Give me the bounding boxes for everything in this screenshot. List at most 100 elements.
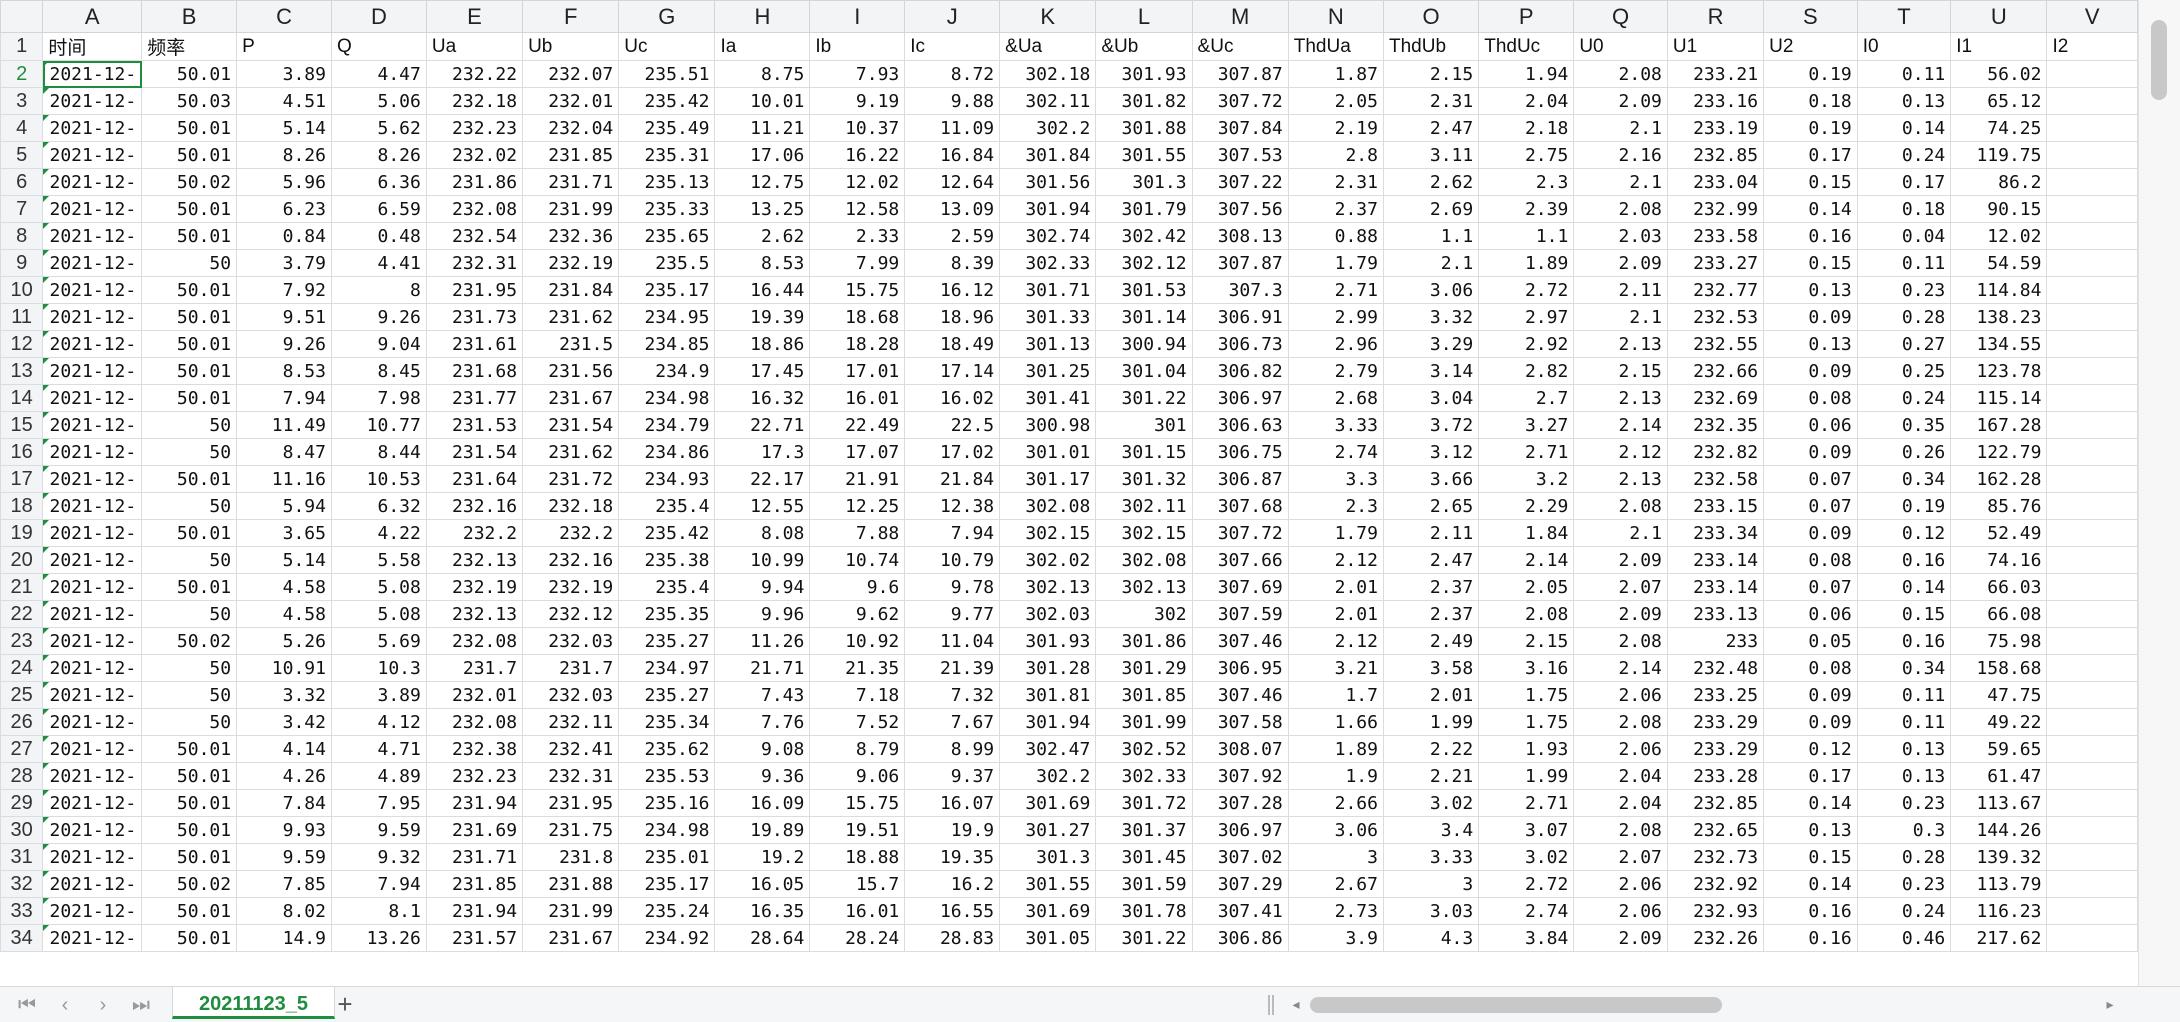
cell-V31[interactable] — [2046, 843, 2138, 871]
cell-I22[interactable]: 9.62 — [809, 600, 906, 628]
cell-I15[interactable]: 22.49 — [809, 411, 906, 439]
cell-H25[interactable]: 7.43 — [714, 681, 811, 709]
cell-P2[interactable]: 1.94 — [1478, 60, 1575, 88]
column-header-J[interactable]: J — [904, 0, 1001, 33]
cell-K30[interactable]: 301.27 — [999, 816, 1097, 844]
cell-S15[interactable]: 0.06 — [1763, 411, 1858, 439]
cell-Q30[interactable]: 2.08 — [1573, 816, 1668, 844]
cell-A28[interactable]: 2021-12- — [42, 762, 143, 790]
cell-A24[interactable]: 2021-12- — [42, 654, 143, 682]
cell-J4[interactable]: 11.09 — [904, 114, 1001, 142]
cell-E34[interactable]: 231.57 — [425, 924, 524, 952]
cell-I19[interactable]: 7.88 — [809, 519, 906, 547]
cell-A8[interactable]: 2021-12- — [42, 222, 143, 250]
cell-M18[interactable]: 307.68 — [1191, 492, 1289, 520]
cell-T23[interactable]: 0.16 — [1856, 627, 1952, 655]
cell-I11[interactable]: 18.68 — [809, 303, 906, 331]
cell-H21[interactable]: 9.94 — [714, 573, 811, 601]
prev-sheet-icon[interactable]: ‹ — [50, 991, 80, 1019]
cell-M15[interactable]: 306.63 — [1191, 411, 1289, 439]
cell-U23[interactable]: 75.98 — [1950, 627, 2048, 655]
cell-O6[interactable]: 2.62 — [1382, 168, 1480, 196]
cell-M31[interactable]: 307.02 — [1191, 843, 1289, 871]
cell-A14[interactable]: 2021-12- — [42, 384, 143, 412]
cell-F19[interactable]: 232.2 — [522, 519, 620, 547]
cell-U21[interactable]: 66.03 — [1950, 573, 2048, 601]
cell-D27[interactable]: 4.71 — [330, 735, 427, 763]
cell-F21[interactable]: 232.19 — [522, 573, 620, 601]
cell-P28[interactable]: 1.99 — [1478, 762, 1575, 790]
cell-N27[interactable]: 1.89 — [1287, 735, 1384, 763]
column-header-R[interactable]: R — [1666, 0, 1765, 33]
cell-U10[interactable]: 114.84 — [1950, 276, 2048, 304]
cell-M9[interactable]: 307.87 — [1191, 249, 1289, 277]
cell-U24[interactable]: 158.68 — [1950, 654, 2048, 682]
column-header-U[interactable]: U — [1950, 0, 2048, 33]
cell-N26[interactable]: 1.66 — [1287, 708, 1384, 736]
cell-N10[interactable]: 2.71 — [1287, 276, 1384, 304]
cell-S22[interactable]: 0.06 — [1763, 600, 1858, 628]
cell-D6[interactable]: 6.36 — [330, 168, 427, 196]
cell-Q7[interactable]: 2.08 — [1573, 195, 1668, 223]
cell-A26[interactable]: 2021-12- — [42, 708, 143, 736]
cell-I23[interactable]: 10.92 — [809, 627, 906, 655]
cell-P31[interactable]: 3.02 — [1478, 843, 1575, 871]
cell-V34[interactable] — [2046, 924, 2138, 952]
cell-F25[interactable]: 232.03 — [522, 681, 620, 709]
cell-P19[interactable]: 1.84 — [1478, 519, 1575, 547]
cell-A27[interactable]: 2021-12- — [42, 735, 143, 763]
cell-D9[interactable]: 4.41 — [330, 249, 427, 277]
cell-P33[interactable]: 2.74 — [1478, 897, 1575, 925]
cell-P32[interactable]: 2.72 — [1478, 870, 1575, 898]
cell-T5[interactable]: 0.24 — [1856, 141, 1952, 169]
cell-C25[interactable]: 3.32 — [236, 681, 332, 709]
cell-U31[interactable]: 139.32 — [1950, 843, 2048, 871]
cell-K5[interactable]: 301.84 — [999, 141, 1097, 169]
cell-M32[interactable]: 307.29 — [1191, 870, 1289, 898]
select-all-corner[interactable] — [0, 0, 44, 33]
cell-H8[interactable]: 2.62 — [714, 222, 811, 250]
cell-N8[interactable]: 0.88 — [1287, 222, 1384, 250]
cell-F20[interactable]: 232.16 — [522, 546, 620, 574]
cell-Q2[interactable]: 2.08 — [1573, 60, 1668, 88]
cell-T14[interactable]: 0.24 — [1856, 384, 1952, 412]
cell-N3[interactable]: 2.05 — [1287, 87, 1384, 115]
cell-C2[interactable]: 3.89 — [236, 60, 332, 88]
cell-H24[interactable]: 21.71 — [714, 654, 811, 682]
cell-L7[interactable]: 301.79 — [1095, 195, 1193, 223]
cell-J26[interactable]: 7.67 — [904, 708, 1001, 736]
column-header-G[interactable]: G — [618, 0, 716, 33]
cell-T27[interactable]: 0.13 — [1856, 735, 1952, 763]
cell-N21[interactable]: 2.01 — [1287, 573, 1384, 601]
cell-Q9[interactable]: 2.09 — [1573, 249, 1668, 277]
cell-Q14[interactable]: 2.13 — [1573, 384, 1668, 412]
cell-T32[interactable]: 0.23 — [1856, 870, 1952, 898]
cell-B9[interactable]: 50 — [141, 249, 238, 277]
cell-V21[interactable] — [2046, 573, 2138, 601]
cell-T13[interactable]: 0.25 — [1856, 357, 1952, 385]
vertical-scroll-thumb[interactable] — [2151, 20, 2167, 100]
cell-B20[interactable]: 50 — [141, 546, 238, 574]
cell-V22[interactable] — [2046, 600, 2138, 628]
cell-F17[interactable]: 231.72 — [522, 465, 620, 493]
cell-J11[interactable]: 18.96 — [904, 303, 1001, 331]
cell-S1[interactable]: U2 — [1763, 32, 1858, 61]
cell-P8[interactable]: 1.1 — [1478, 222, 1575, 250]
cell-H10[interactable]: 16.44 — [714, 276, 811, 304]
cell-C12[interactable]: 9.26 — [236, 330, 332, 358]
cell-K24[interactable]: 301.28 — [999, 654, 1097, 682]
cell-H22[interactable]: 9.96 — [714, 600, 811, 628]
cell-I34[interactable]: 28.24 — [809, 924, 906, 952]
cell-D19[interactable]: 4.22 — [330, 519, 427, 547]
cell-S24[interactable]: 0.08 — [1763, 654, 1858, 682]
cell-C13[interactable]: 8.53 — [236, 357, 332, 385]
cell-V29[interactable] — [2046, 789, 2138, 817]
cell-R6[interactable]: 233.04 — [1666, 168, 1765, 196]
cell-C24[interactable]: 10.91 — [236, 654, 332, 682]
cell-T16[interactable]: 0.26 — [1856, 438, 1952, 466]
cell-H26[interactable]: 7.76 — [714, 708, 811, 736]
cell-R25[interactable]: 233.25 — [1666, 681, 1765, 709]
cell-F26[interactable]: 232.11 — [522, 708, 620, 736]
cell-K8[interactable]: 302.74 — [999, 222, 1097, 250]
cell-R32[interactable]: 232.92 — [1666, 870, 1765, 898]
